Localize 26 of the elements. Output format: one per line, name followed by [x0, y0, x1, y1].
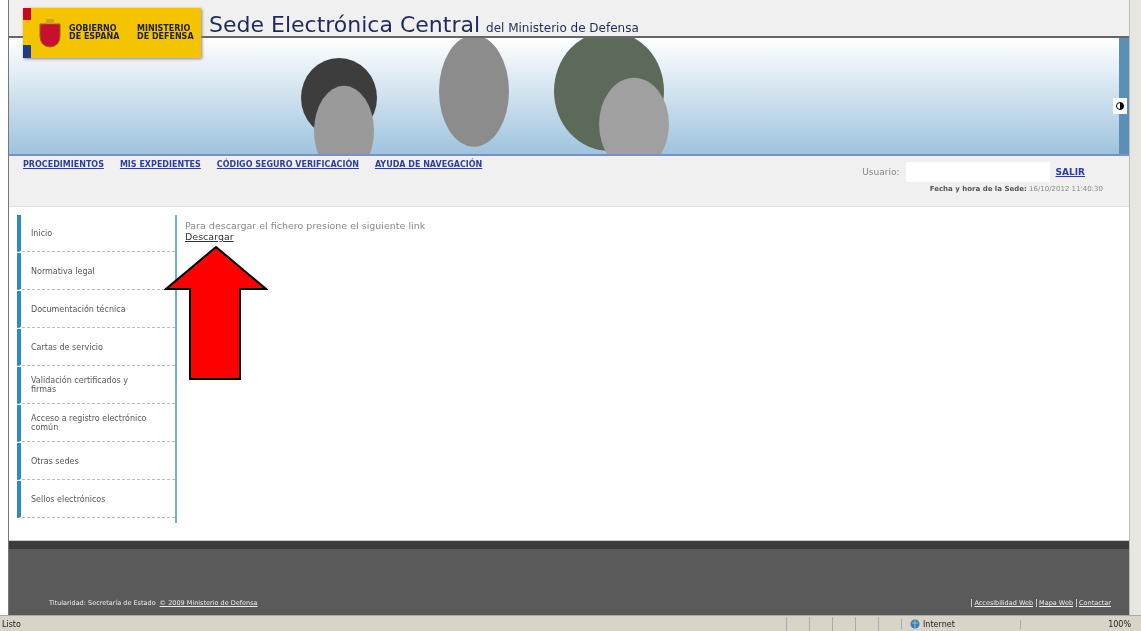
zoom-level[interactable]: 100% [1108, 619, 1131, 629]
logo-text: MINISTERIO DE DEFENSA [137, 24, 195, 42]
zone-label: Internet [923, 619, 955, 629]
sidebar-item[interactable]: Cartas de servicio [17, 329, 175, 366]
user-label: Usuario: [862, 167, 900, 177]
contrast-icon[interactable] [1113, 98, 1127, 114]
coat-of-arms-icon [37, 18, 63, 48]
scrollbar[interactable] [1129, 0, 1141, 615]
sidebar-item[interactable]: Otras sedes [17, 443, 175, 480]
globe-icon [910, 619, 920, 629]
site-title: Sede Electrónica Central [209, 12, 480, 37]
logo-text: GOBIERNO DE ESPAÑA [69, 24, 121, 42]
flag-stripe [23, 8, 31, 58]
download-link[interactable]: Descargar [185, 231, 426, 242]
site-subtitle: del Ministerio de Defensa [486, 21, 639, 35]
sidebar-item[interactable]: Sellos electrónicos [17, 481, 175, 518]
sidebar-item[interactable]: Validación certificados y firmas [17, 367, 175, 404]
status-text: Listo [1, 619, 22, 629]
download-message: Para descargar el fichero presione el siguiente link [185, 220, 426, 231]
sidebar-item[interactable]: Acceso a registro electrónico común [17, 405, 175, 442]
nav-link[interactable]: AYUDA DE NAVEGACIÓN [374, 160, 483, 206]
logout-link[interactable]: SALIR [1055, 167, 1085, 177]
sidebar-item[interactable]: Inicio [17, 215, 175, 252]
nav-link[interactable]: MIS EXPEDIENTES [119, 160, 201, 206]
nav-link[interactable]: CÓDIGO SEGURO VERIFICACIÓN [216, 160, 359, 206]
nav-link[interactable]: PROCEDIMIENTOS [23, 160, 104, 206]
